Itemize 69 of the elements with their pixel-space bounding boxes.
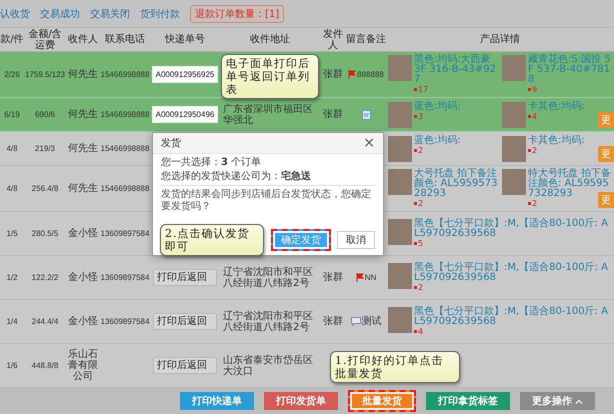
table-cell: 448.8/8 [32,360,58,371]
note-text: 测试 [362,316,382,327]
quantity-text: 3 [418,112,424,120]
table-cell: 2/26 [4,69,20,80]
recipient-name: 何先生 [68,143,98,154]
table-cell: 690/6 [34,109,56,120]
note-text: NN [364,272,376,283]
table-cell: 1/2 [6,272,18,283]
quantity-text: 2 [532,146,538,154]
recipient-name: 何先生 [68,69,98,80]
recipient-name: 乐山石膏有限公司 [67,349,99,382]
table-cell: 1/4 [6,316,18,327]
quantity-text: 2 [418,199,424,208]
phone-number: 13609897584 [100,228,150,239]
sender-name: 张群 [323,272,343,283]
recipient-name: 何先生 [68,109,98,120]
table-cell: 1759.5/123 [24,69,66,80]
column-header: 留言备注 [346,34,386,45]
callout-tooltip: 2.点击确认发货即可 [160,224,264,256]
phone-number: 15466998888 [100,143,150,154]
phone-number: 15466998888 [100,109,150,120]
dialog-info-text: 您一共选择：3 个订单 [161,157,262,169]
callout-tooltip: 1.打印好的订单点击批量发货 [330,351,460,383]
table-cell: 219/3 [34,143,56,154]
phone-number: 15466998888 [100,183,150,194]
table-cell: 1/5 [6,228,18,239]
quantity-text: 2 [418,283,424,292]
quantity-text: 2 [418,146,424,154]
phone-number: 15466998888 [100,69,150,80]
quantity-text: 5 [418,239,424,248]
sender-name: 张群 [323,69,343,80]
address-text: 辽宁省沈阳市和平区八经街道八纬路2号 [222,310,314,332]
table-cell: 1/6 [6,360,18,371]
dialog-message: 发货的结果会同步到店铺后台发货状态，您确定要发货吗？ [161,185,375,213]
column-header: 发件人 [322,28,344,50]
column-header: 联系电话 [105,34,145,45]
phone-number: 13609897584 [100,272,150,283]
table-cell: 244.4/4 [32,316,58,327]
column-header: 金额/含运费 [27,28,63,50]
sender-name: 张群 [323,109,343,120]
table-cell: 4/8 [6,143,18,154]
column-header: 产品详情 [480,34,520,45]
table-cell: 122.2/2 [32,272,58,283]
quantity-text: 9 [532,85,538,94]
table-cell: 280.5/5 [32,228,58,239]
recipient-name: 何先生 [68,183,98,194]
quantity-text: 4 [418,327,424,336]
note-text: 888888 [357,69,384,80]
table-cell: 256.4/8 [32,183,58,194]
address-text: 辽宁省沈阳市和平区八经街道八纬路2号 [222,266,314,288]
address-text: 山东省泰安市岱岳区大汶口 [222,354,314,376]
table-cell: 4/8 [6,183,18,194]
phone-number: 13609897584 [100,316,150,327]
dialog-title: 发货 [161,137,181,150]
table-cell: 6/19 [4,109,20,120]
callout-tooltip: 电子面单打印后单号返回订单列表 [221,54,319,99]
sender-name: 张群 [323,316,343,327]
column-header: 款/件 [0,34,24,45]
column-header: 收件人 [68,34,98,45]
quantity-text: 4 [532,112,538,120]
recipient-name: 金小怪 [68,228,98,239]
column-header: 收件地址 [250,34,290,45]
recipient-name: 金小怪 [68,272,98,283]
address-text: 广东省深圳市福田区华强北 [222,104,314,126]
quantity-text: 17 [418,85,428,94]
dialog-info-text: 您选择的发货快递公司为：宅急送 [161,171,312,183]
column-header: 快递单号 [165,34,205,45]
recipient-name: 金小怪 [68,316,98,327]
quantity-text: 2 [532,199,538,208]
